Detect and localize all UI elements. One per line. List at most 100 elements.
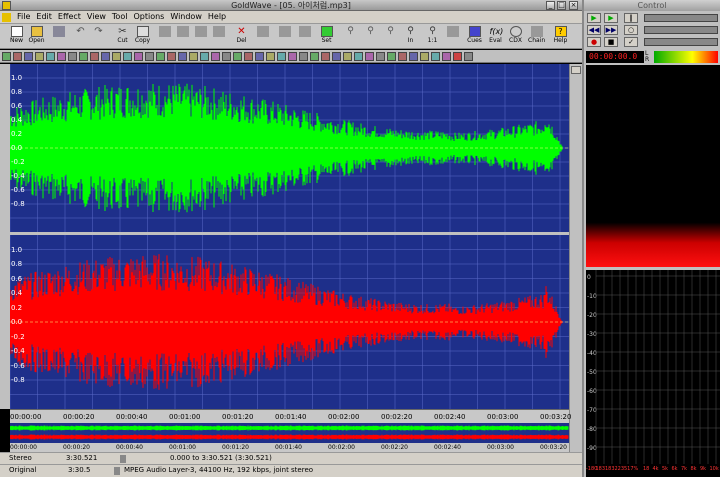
copy-button[interactable]: Copy — [134, 26, 151, 48]
effect-28-icon[interactable] — [299, 52, 308, 61]
balance-slider[interactable] — [644, 26, 718, 34]
zoom-out-button[interactable]: ⚲ — [382, 26, 399, 48]
effect-30-icon[interactable] — [321, 52, 330, 61]
effect-27-icon[interactable] — [288, 52, 297, 61]
timeline-ruler[interactable]: 00:00:00 00:00:20 00:00:40 00:01:00 00:01:20… — [10, 409, 571, 423]
zoom-prev-button[interactable]: ⚲ — [362, 26, 379, 48]
effect-19-icon[interactable] — [200, 52, 209, 61]
set-button[interactable]: Set — [318, 26, 335, 48]
left-channel-waveform[interactable] — [10, 64, 569, 232]
scroll-up-arrow[interactable] — [571, 66, 581, 74]
effect-15-icon[interactable] — [156, 52, 165, 61]
effect-10-icon[interactable] — [101, 52, 110, 61]
undo-button[interactable]: ↶ — [72, 26, 89, 48]
effect-37-icon[interactable] — [398, 52, 407, 61]
save-button[interactable] — [50, 26, 67, 48]
effect-14-icon[interactable] — [145, 52, 154, 61]
effect-32-icon[interactable] — [343, 52, 352, 61]
help-button[interactable]: ? Help — [552, 26, 569, 48]
trim-button[interactable] — [254, 26, 271, 48]
zoom-full-button[interactable] — [444, 26, 461, 48]
speed-slider[interactable] — [644, 38, 718, 46]
menu-help[interactable]: Help — [205, 11, 229, 23]
play-selection-button[interactable]: ▶ — [604, 13, 618, 23]
vertical-scrollbar[interactable] — [569, 64, 582, 452]
redo-button[interactable]: ↷ — [90, 26, 107, 48]
cdx-button[interactable]: CDX — [507, 26, 524, 48]
effect-9-icon[interactable] — [90, 52, 99, 61]
cut-button[interactable]: ✂ Cut — [114, 26, 131, 48]
menu-effect[interactable]: Effect — [55, 11, 84, 23]
effect-33-icon[interactable] — [354, 52, 363, 61]
effect-43-icon[interactable] — [464, 52, 473, 61]
record-button[interactable]: ● — [587, 37, 601, 47]
cues-button[interactable]: Cues — [466, 26, 483, 48]
effect-2-icon[interactable] — [13, 52, 22, 61]
effect-17-icon[interactable] — [178, 52, 187, 61]
effect-7-icon[interactable] — [68, 52, 77, 61]
effect-41-icon[interactable] — [442, 52, 451, 61]
stop-button[interactable]: ■ — [604, 37, 618, 47]
zoom-in-button[interactable]: ⚲ In — [402, 26, 419, 48]
chain-button[interactable]: Chain — [528, 26, 545, 48]
menu-file[interactable]: File — [14, 11, 33, 23]
effect-1-icon[interactable] — [2, 52, 11, 61]
effect-22-icon[interactable] — [233, 52, 242, 61]
new-button[interactable]: New — [8, 26, 25, 48]
overview-waveform[interactable] — [9, 423, 569, 443]
menu-tool[interactable]: Tool — [109, 11, 131, 23]
effect-11-icon[interactable] — [112, 52, 121, 61]
settings-button[interactable]: ✓ — [624, 37, 638, 47]
eval-button[interactable]: f(x) Eval — [487, 26, 504, 48]
menu-view[interactable]: View — [84, 11, 109, 23]
paste-new-button[interactable] — [174, 26, 191, 48]
effect-42-icon[interactable] — [453, 52, 462, 61]
menu-edit[interactable]: Edit — [33, 11, 55, 23]
effect-8-icon[interactable] — [79, 52, 88, 61]
selview-button[interactable] — [276, 26, 293, 48]
play-button[interactable]: ▶ — [587, 13, 601, 23]
effect-38-icon[interactable] — [409, 52, 418, 61]
fast-forward-button[interactable]: ▶▶ — [604, 25, 618, 35]
effect-6-icon[interactable] — [57, 52, 66, 61]
close-button[interactable]: × — [569, 1, 578, 10]
volume-slider[interactable] — [644, 14, 718, 22]
effect-23-icon[interactable] — [244, 52, 253, 61]
effect-26-icon[interactable] — [277, 52, 286, 61]
frequency-tick-label: 5k — [662, 466, 669, 472]
pause-button[interactable]: ‖ — [624, 13, 638, 23]
effect-29-icon[interactable] — [310, 52, 319, 61]
effect-12-icon[interactable] — [123, 52, 132, 61]
replace-button[interactable] — [210, 26, 227, 48]
effect-20-icon[interactable] — [211, 52, 220, 61]
record-selection-button[interactable]: ○ — [624, 25, 638, 35]
effect-16-icon[interactable] — [167, 52, 176, 61]
effect-36-icon[interactable] — [387, 52, 396, 61]
effect-35-icon[interactable] — [376, 52, 385, 61]
effect-25-icon[interactable] — [266, 52, 275, 61]
effect-34-icon[interactable] — [365, 52, 374, 61]
menu-options[interactable]: Options — [130, 11, 167, 23]
mix-button[interactable] — [192, 26, 209, 48]
effect-5-icon[interactable] — [46, 52, 55, 61]
zoom-1to1-button[interactable]: ⚲ 1:1 — [424, 26, 441, 48]
effect-3-icon[interactable] — [24, 52, 33, 61]
effect-13-icon[interactable] — [134, 52, 143, 61]
effect-4-icon[interactable] — [35, 52, 44, 61]
effect-40-icon[interactable] — [431, 52, 440, 61]
minimize-button[interactable]: _ — [546, 1, 555, 10]
rewind-button[interactable]: ◀◀ — [587, 25, 601, 35]
showall-button[interactable] — [296, 26, 313, 48]
maximize-button[interactable]: □ — [557, 1, 566, 10]
zoom-all-button[interactable]: ⚲ — [342, 26, 359, 48]
effect-39-icon[interactable] — [420, 52, 429, 61]
open-button[interactable]: Open — [28, 26, 45, 48]
effect-18-icon[interactable] — [189, 52, 198, 61]
menu-window[interactable]: Window — [167, 11, 205, 23]
right-channel-waveform[interactable] — [10, 235, 569, 409]
delete-button[interactable]: ✕ Del — [233, 26, 250, 48]
effect-31-icon[interactable] — [332, 52, 341, 61]
paste-button[interactable] — [156, 26, 173, 48]
effect-21-icon[interactable] — [222, 52, 231, 61]
effect-24-icon[interactable] — [255, 52, 264, 61]
